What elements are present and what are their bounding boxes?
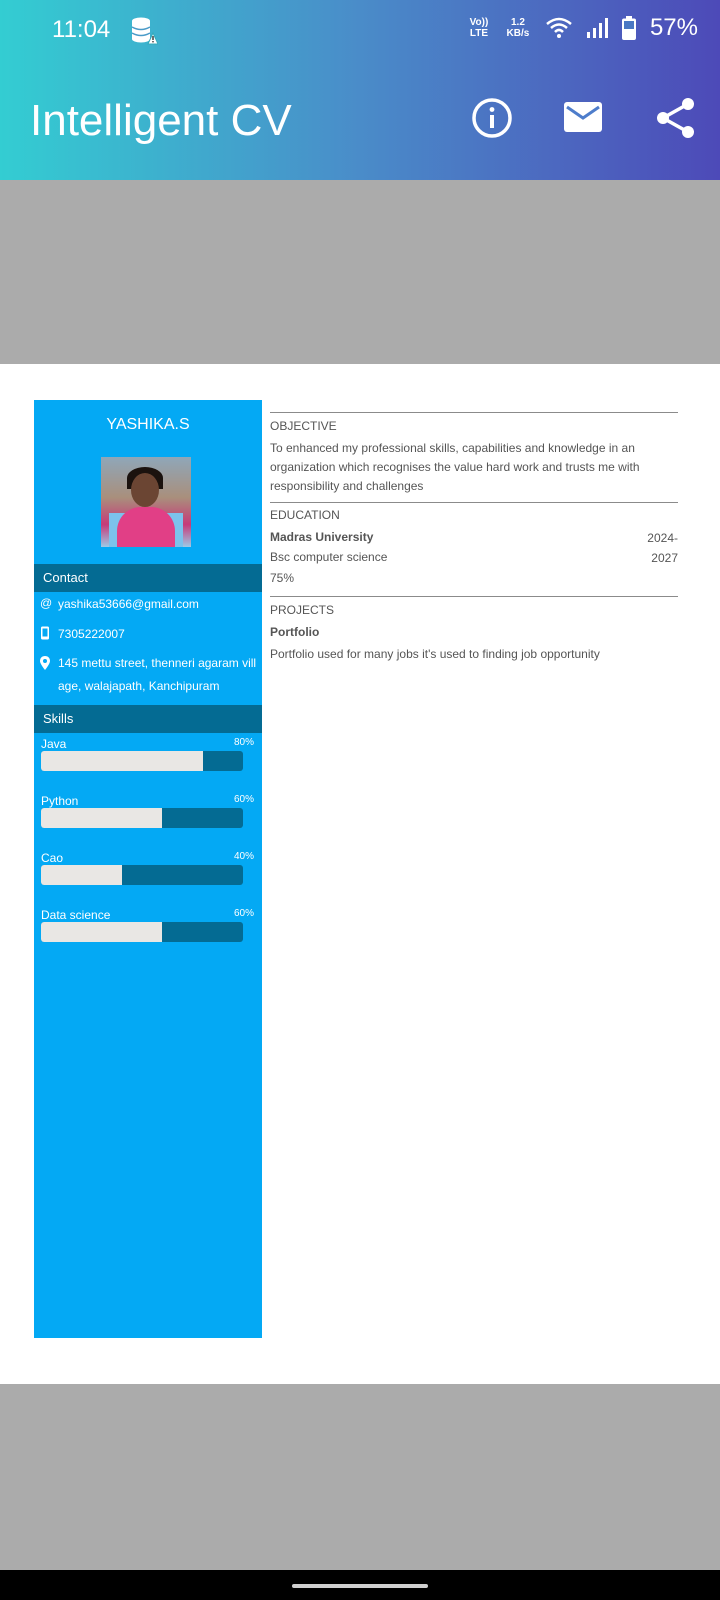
divider xyxy=(270,596,678,597)
skill-item: Python 60% xyxy=(41,794,254,828)
skill-name: Java xyxy=(41,737,67,751)
skill-percent: 60% xyxy=(233,908,254,919)
skill-progress-bar xyxy=(41,808,243,828)
score: 75% xyxy=(270,571,295,585)
projects-heading: PROJECTS xyxy=(270,603,335,617)
cv-page: YASHIKA.S Contact @ yashika53666@gmail.c… xyxy=(0,364,720,1384)
skill-progress-bar xyxy=(41,865,243,885)
skills-heading: Skills xyxy=(34,705,262,733)
battery-percent: 57% xyxy=(649,14,698,41)
skill-progress-fill xyxy=(41,865,122,885)
skill-percent: 40% xyxy=(233,851,254,862)
project-name: Portfolio xyxy=(270,625,320,639)
contact-address: 145 mettu street, thenneri agaram villag… xyxy=(40,652,262,698)
signal-icon xyxy=(586,18,608,38)
app-title: Intelligent CV xyxy=(30,96,292,145)
project-description: Portfolio used for many jobs it's used t… xyxy=(270,647,600,661)
location-icon xyxy=(40,652,58,698)
app-header: 11:04 Vo)) LTE 1.2 KB/s 57% Intelligent … xyxy=(0,0,720,180)
education-heading: EDUCATION xyxy=(270,508,340,522)
phone-icon xyxy=(40,626,58,643)
degree-name: Bsc computer science xyxy=(270,550,388,564)
info-icon[interactable] xyxy=(470,96,514,140)
skill-progress-fill xyxy=(41,808,163,828)
objective-heading: OBJECTIVE xyxy=(270,419,337,433)
cv-sidebar: YASHIKA.S Contact @ yashika53666@gmail.c… xyxy=(34,400,262,1338)
database-warning-icon xyxy=(131,17,158,45)
skill-progress-bar xyxy=(41,751,243,771)
contact-phone: 7305222007 xyxy=(40,626,262,643)
skill-progress-bar xyxy=(41,922,243,942)
skill-progress-fill xyxy=(41,751,203,771)
skill-name: Data science xyxy=(41,908,111,922)
at-icon: @ xyxy=(40,596,53,610)
year-start: 2024- xyxy=(647,531,678,545)
skill-item: Data science 60% xyxy=(41,908,254,942)
divider xyxy=(270,502,678,503)
skill-percent: 80% xyxy=(233,737,254,748)
skill-progress-fill xyxy=(41,922,163,942)
divider xyxy=(270,412,678,413)
battery-icon xyxy=(621,16,636,40)
cv-name: YASHIKA.S xyxy=(106,416,190,433)
university-name: Madras University xyxy=(270,530,374,544)
home-gesture-handle[interactable] xyxy=(292,1584,428,1588)
skill-name: Cao xyxy=(41,851,64,865)
wifi-icon xyxy=(546,17,572,38)
skill-item: Cao 40% xyxy=(41,851,254,885)
network-speed: 1.2 KB/s xyxy=(506,17,530,39)
skill-item: Java 80% xyxy=(41,737,254,771)
volte-indicator: Vo)) LTE xyxy=(469,17,489,39)
share-icon[interactable] xyxy=(654,96,698,140)
profile-photo xyxy=(101,457,191,547)
objective-text: To enhanced my professional skills, capa… xyxy=(270,441,640,493)
status-time: 11:04 xyxy=(52,16,111,43)
contact-email: @ yashika53666@gmail.com xyxy=(40,596,199,611)
skill-name: Python xyxy=(41,794,79,808)
status-icons: Vo)) LTE 1.2 KB/s 57% xyxy=(468,14,698,42)
navigation-bar xyxy=(0,1570,720,1600)
year-end: 2027 xyxy=(651,551,678,565)
skill-percent: 60% xyxy=(233,794,254,805)
mail-icon[interactable] xyxy=(562,96,604,140)
contact-heading: Contact xyxy=(34,564,262,592)
